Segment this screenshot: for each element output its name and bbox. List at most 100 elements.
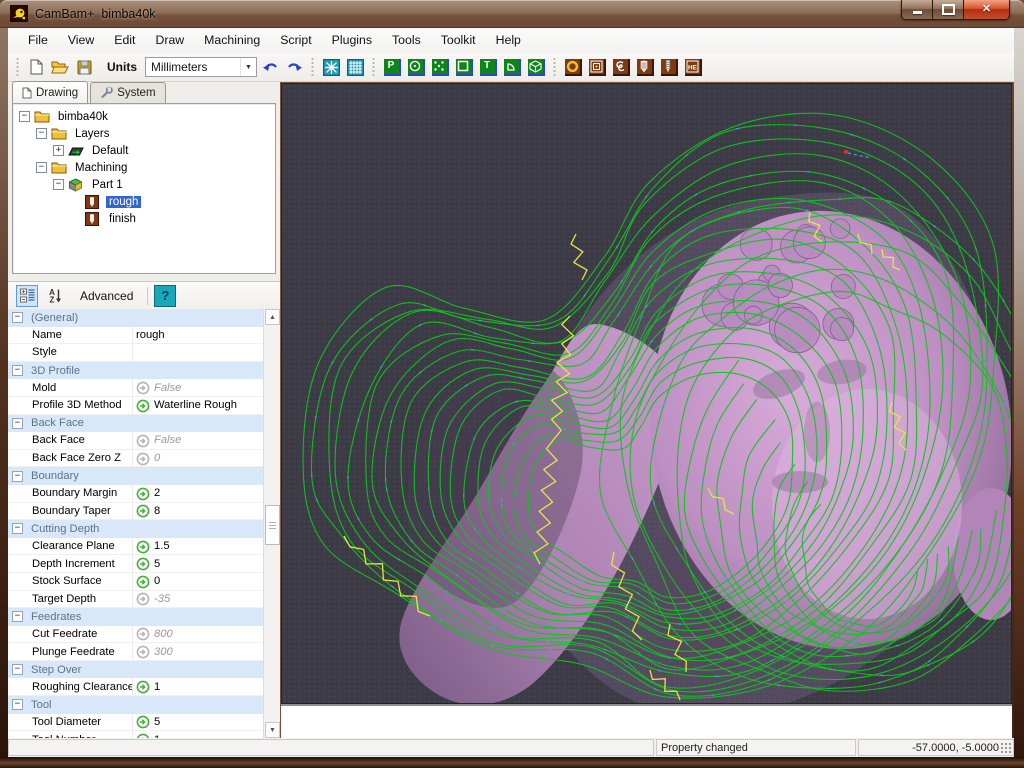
property-row-boundary-margin[interactable]: Boundary Margin2 (8, 485, 263, 503)
toolbar-grip[interactable] (15, 57, 20, 77)
property-row-clearance-plane[interactable]: Clearance Plane1.5 (8, 538, 263, 556)
property-category-step-over[interactable]: −Step Over (8, 661, 263, 679)
property-value[interactable]: False (132, 379, 263, 396)
property-row-tool-diameter[interactable]: Tool Diameter5 (8, 714, 263, 732)
property-value[interactable]: False (132, 432, 263, 449)
property-category-tool[interactable]: −Tool (8, 696, 263, 714)
property-row-roughing-clearance[interactable]: Roughing Clearance1 (8, 678, 263, 696)
property-category-boundary[interactable]: −Boundary (8, 467, 263, 485)
property-row-name[interactable]: Namerough (8, 327, 263, 345)
property-grid[interactable]: −(General)NameroughStyle−3D ProfileMoldF… (8, 309, 280, 738)
draw-text-button[interactable]: T (478, 57, 498, 77)
pocket-op-button[interactable] (587, 57, 607, 77)
tree-item-bimba40k[interactable]: −bimba40k (13, 108, 275, 125)
property-value[interactable]: 5 (132, 714, 263, 731)
property-row-style[interactable]: Style (8, 344, 263, 362)
property-value[interactable]: 300 (132, 643, 263, 660)
toolbar-grip[interactable] (552, 57, 557, 77)
profile-op-button[interactable] (563, 57, 583, 77)
draw-surface-button[interactable] (526, 57, 546, 77)
tree-item-finish[interactable]: finish (13, 210, 275, 227)
categorized-button[interactable] (16, 285, 38, 307)
draw-rectangle-button[interactable] (454, 57, 474, 77)
property-grid-scrollbar[interactable]: ▲ ▼ (263, 309, 280, 738)
profile3d-op-button[interactable] (659, 57, 679, 77)
new-file-button[interactable] (26, 57, 46, 77)
property-row-cut-feedrate[interactable]: Cut Feedrate800 (8, 626, 263, 644)
menu-script[interactable]: Script (270, 28, 321, 53)
tree-item-layers[interactable]: −Layers (13, 125, 275, 142)
menu-toolkit[interactable]: Toolkit (431, 28, 486, 53)
viewport-3d[interactable] (281, 83, 1012, 704)
toolbar-grip[interactable] (310, 57, 315, 77)
drill-op-button[interactable] (635, 57, 655, 77)
menu-draw[interactable]: Draw (145, 28, 194, 53)
property-value[interactable]: 8 (132, 503, 263, 520)
property-value[interactable]: 1 (132, 731, 263, 738)
property-row-profile-3d-method[interactable]: Profile 3D MethodWaterline Rough (8, 397, 263, 415)
titlebar[interactable]: CamBam+ bimba40k ✕ (0, 0, 1024, 28)
draw-polyline-button[interactable]: P (382, 57, 402, 77)
menu-file[interactable]: File (18, 28, 58, 53)
property-value[interactable]: 5 (132, 555, 263, 572)
help-button[interactable]: ? (154, 285, 176, 307)
property-row-back-face[interactable]: Back FaceFalse (8, 432, 263, 450)
property-category-back-face[interactable]: −Back Face (8, 415, 263, 433)
scroll-up-button[interactable]: ▲ (265, 309, 280, 325)
property-row-back-face-zero-z[interactable]: Back Face Zero Z0 (8, 450, 263, 468)
property-value[interactable]: Waterline Rough (132, 397, 263, 414)
tree-item-default[interactable]: +Default (13, 142, 275, 159)
property-category--general-[interactable]: −(General) (8, 309, 263, 327)
undo-button[interactable] (260, 57, 280, 77)
property-value[interactable]: 0 (132, 573, 263, 590)
toolbar-grip[interactable] (371, 57, 376, 77)
tab-drawing[interactable]: Drawing (12, 81, 88, 103)
property-category-cutting-depth[interactable]: −Cutting Depth (8, 520, 263, 538)
close-button[interactable]: ✕ (964, 0, 1009, 19)
property-row-tool-number[interactable]: Tool Number1 (8, 731, 263, 738)
resize-grip-icon[interactable] (1001, 743, 1012, 754)
engrave-op-button[interactable] (611, 57, 631, 77)
units-combobox[interactable]: Millimeters ▼ (145, 57, 257, 77)
collapse-icon[interactable]: − (12, 418, 23, 429)
property-value[interactable] (132, 344, 263, 361)
property-value[interactable]: 1 (132, 678, 263, 695)
snap-points-button[interactable] (321, 57, 341, 77)
property-value[interactable]: rough (132, 327, 263, 344)
property-row-boundary-taper[interactable]: Boundary Taper8 (8, 503, 263, 521)
collapse-icon[interactable]: − (36, 162, 47, 173)
menu-tools[interactable]: Tools (382, 28, 431, 53)
property-value[interactable]: 800 (132, 626, 263, 643)
alphabetical-button[interactable]: A Z (44, 285, 66, 307)
collapse-icon[interactable]: − (12, 699, 23, 710)
maximize-button[interactable] (933, 0, 964, 19)
save-file-button[interactable] (74, 57, 94, 77)
menu-machining[interactable]: Machining (194, 28, 270, 53)
toggle-grid-button[interactable] (345, 57, 365, 77)
property-value[interactable]: 0 (132, 450, 263, 467)
tree-item-part1[interactable]: −Part 1 (13, 176, 275, 193)
property-row-depth-increment[interactable]: Depth Increment5 (8, 555, 263, 573)
draw-points-button[interactable] (430, 57, 450, 77)
draw-arc-button[interactable] (502, 57, 522, 77)
property-category-3d-profile[interactable]: −3D Profile (8, 362, 263, 380)
tree-item-rough[interactable]: rough (13, 193, 275, 210)
collapse-icon[interactable]: − (12, 365, 23, 376)
collapse-icon[interactable]: − (12, 471, 23, 482)
property-row-target-depth[interactable]: Target Depth-35 (8, 591, 263, 609)
heightmap-op-button[interactable]: HE (683, 57, 703, 77)
collapse-icon[interactable]: − (53, 179, 64, 190)
property-value[interactable]: 1.5 (132, 538, 263, 555)
open-file-button[interactable] (50, 57, 70, 77)
collapse-icon[interactable]: − (12, 664, 23, 675)
collapse-icon[interactable]: − (12, 312, 23, 323)
menu-plugins[interactable]: Plugins (322, 28, 382, 53)
tab-system[interactable]: System (90, 82, 165, 103)
menu-edit[interactable]: Edit (104, 28, 145, 53)
property-row-mold[interactable]: MoldFalse (8, 379, 263, 397)
tree-item-machining[interactable]: −Machining (13, 159, 275, 176)
collapse-icon[interactable]: − (19, 111, 30, 122)
drawing-tree[interactable]: −bimba40k−Layers+Default−Machining−Part … (12, 103, 276, 274)
property-value[interactable]: 2 (132, 485, 263, 502)
collapse-icon[interactable]: − (36, 128, 47, 139)
